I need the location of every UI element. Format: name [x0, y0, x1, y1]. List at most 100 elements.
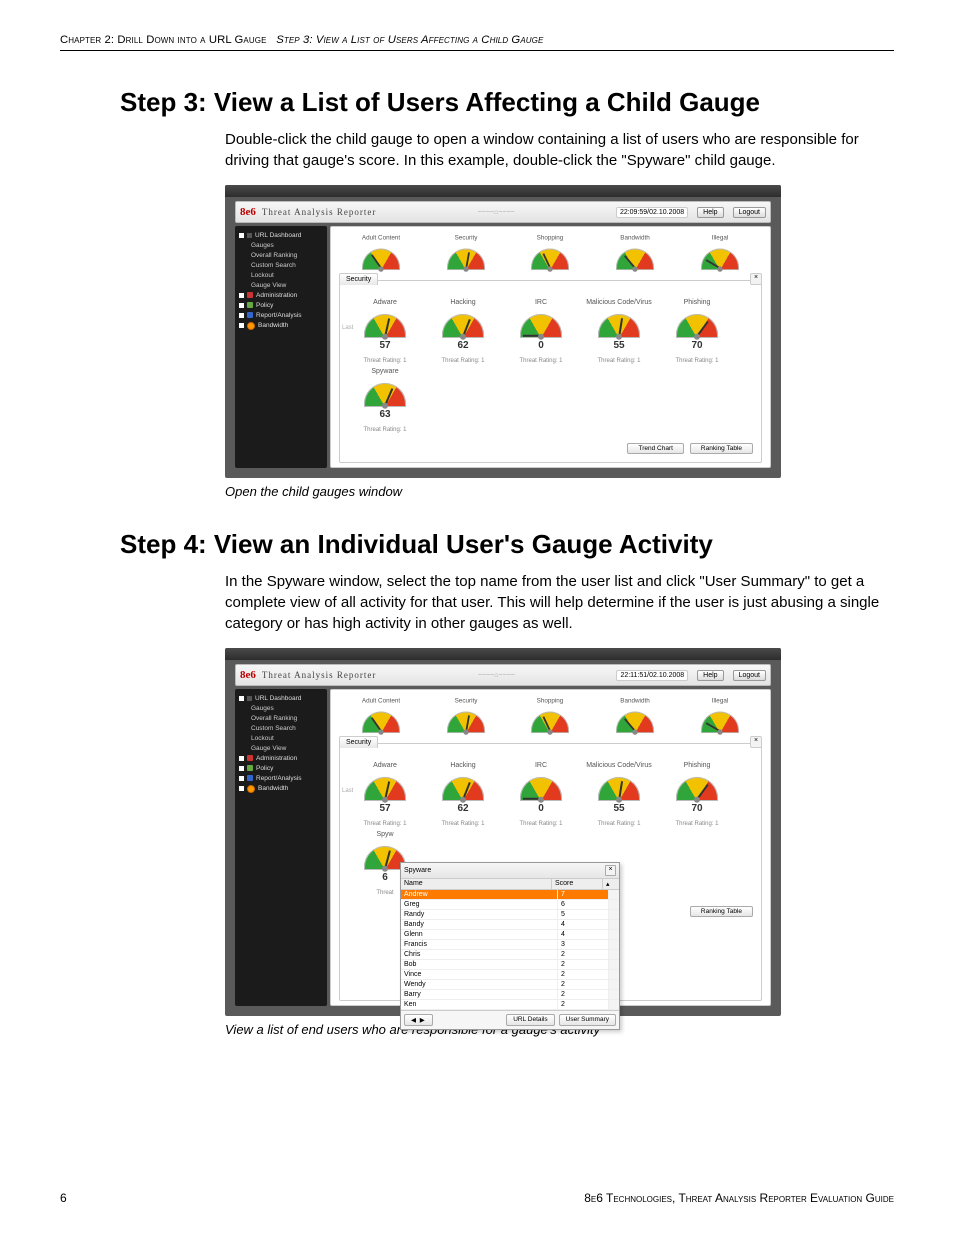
child-gauge[interactable]: Adware57Threat Rating: 1	[348, 299, 422, 364]
sidebar-item-policy[interactable]: Policy	[235, 763, 327, 773]
app-window: 8e6 Threat Analysis Reporter ~~~~⌂~~~~ 2…	[225, 648, 781, 1016]
window-titlebar	[225, 648, 781, 660]
scrollbar[interactable]	[608, 1000, 619, 1009]
sidebar-item[interactable]: Overall Ranking	[235, 713, 327, 723]
sidebar-item[interactable]: Gauge View	[235, 280, 327, 290]
col-score[interactable]: Score	[552, 879, 602, 889]
table-row[interactable]: Chris2	[401, 950, 619, 960]
close-icon[interactable]: ×	[750, 736, 762, 748]
child-gauge[interactable]: Malicious Code/Virus55Threat Rating: 1	[582, 762, 656, 827]
scrollbar[interactable]	[608, 940, 619, 949]
scrollbar[interactable]	[608, 970, 619, 979]
scrollbar[interactable]	[608, 990, 619, 999]
sidebar-item[interactable]: Gauges	[235, 240, 327, 250]
figure1-caption: Open the child gauges window	[60, 484, 894, 499]
ranking-table-button[interactable]: Ranking Table	[690, 443, 753, 454]
window-titlebar	[225, 185, 781, 197]
gauge[interactable]: Adult Content	[348, 235, 415, 272]
popup-header: Spyware ×	[401, 863, 619, 879]
sidebar-item[interactable]: Lockout	[235, 733, 327, 743]
child-gauge[interactable]: Phishing70Threat Rating: 1	[660, 762, 734, 827]
child-gauge[interactable]: Adware57Threat Rating: 1	[348, 762, 422, 827]
sidebar-item[interactable]: Custom Search	[235, 723, 327, 733]
table-row[interactable]: Randy5	[401, 910, 619, 920]
main-panel: Adult Content Security Shopping Bandwidt…	[330, 226, 771, 468]
user-summary-button[interactable]: User Summary	[559, 1014, 616, 1026]
table-row[interactable]: Greg6	[401, 900, 619, 910]
gauge[interactable]: Shopping	[517, 235, 584, 272]
table-row[interactable]: Francis3	[401, 940, 619, 950]
sidebar-item[interactable]: Custom Search	[235, 260, 327, 270]
sidebar-item-admin[interactable]: Administration	[235, 753, 327, 763]
help-button[interactable]: Help	[697, 670, 723, 681]
sidebar-item[interactable]: Overall Ranking	[235, 250, 327, 260]
gauge[interactable]: Bandwidth	[602, 698, 669, 735]
gauge[interactable]: Shopping	[517, 698, 584, 735]
gauge[interactable]: Adult Content	[348, 698, 415, 735]
sidebar-item-bandwidth[interactable]: Bandwidth	[235, 783, 327, 794]
app-window: 8e6 Threat Analysis Reporter ~~~~⌂~~~~ 2…	[225, 185, 781, 478]
timestamp: 22:09:59/02.10.2008	[616, 207, 688, 218]
sidebar-item-report[interactable]: Report/Analysis	[235, 310, 327, 320]
chapter-label: Chapter 2: Drill Down into a URL Gauge	[60, 34, 267, 46]
table-row[interactable]: Ken2	[401, 1000, 619, 1010]
scrollbar[interactable]	[608, 890, 619, 899]
app-header: 8e6 Threat Analysis Reporter ~~~~⌂~~~~ 2…	[235, 664, 771, 686]
child-gauge[interactable]: Spyware63Threat Rating: 1	[348, 368, 422, 433]
table-row[interactable]: Bandy4	[401, 920, 619, 930]
sidebar-item-dashboard[interactable]: URL Dashboard	[235, 693, 327, 703]
scrollbar[interactable]	[608, 950, 619, 959]
gauge[interactable]: Bandwidth	[602, 235, 669, 272]
scrollbar[interactable]	[608, 980, 619, 989]
table-row[interactable]: Andrew7	[401, 890, 619, 900]
sidebar-item-dashboard[interactable]: URL Dashboard	[235, 230, 327, 240]
gauge[interactable]: Security	[433, 235, 500, 272]
child-gauge[interactable]: IRC0Threat Rating: 1	[504, 762, 578, 827]
logout-button[interactable]: Logout	[733, 207, 766, 218]
trend-chart-button[interactable]: Trend Chart	[627, 443, 683, 454]
gauge[interactable]: Illegal	[686, 235, 753, 272]
sidebar-item-report[interactable]: Report/Analysis	[235, 773, 327, 783]
url-details-button[interactable]: URL Details	[506, 1014, 554, 1026]
sidebar-item-bandwidth[interactable]: Bandwidth	[235, 320, 327, 331]
child-gauge[interactable]: Malicious Code/Virus55Threat Rating: 1	[582, 299, 656, 364]
child-gauge[interactable]: Hacking62Threat Rating: 1	[426, 299, 500, 364]
figure-1: 8e6 Threat Analysis Reporter ~~~~⌂~~~~ 2…	[60, 185, 894, 478]
top-gauge-row: Adult Content Security Shopping Bandwidt…	[339, 696, 762, 737]
scroll-up-icon[interactable]: ▴	[602, 879, 619, 889]
user-table: Andrew7Greg6Randy5Bandy4Glenn4Francis3Ch…	[401, 890, 619, 1010]
col-name[interactable]: Name	[401, 879, 552, 889]
gauge[interactable]: Security	[433, 698, 500, 735]
scrollbar[interactable]	[608, 960, 619, 969]
close-icon[interactable]: ×	[605, 865, 616, 876]
popup-footer: ◀ ▶ URL Details User Summary	[401, 1010, 619, 1029]
close-icon[interactable]: ×	[750, 273, 762, 285]
child-gauge[interactable]: Hacking62Threat Rating: 1	[426, 762, 500, 827]
sidebar-item[interactable]: Gauge View	[235, 743, 327, 753]
child-gauge[interactable]: IRC0Threat Rating: 1	[504, 299, 578, 364]
sidebar-item-admin[interactable]: Administration	[235, 290, 327, 300]
sidebar-item-policy[interactable]: Policy	[235, 300, 327, 310]
gauge[interactable]: Illegal	[686, 698, 753, 735]
scrollbar[interactable]	[608, 900, 619, 909]
table-header: Name Score ▴	[401, 879, 619, 890]
top-gauge-row: Adult Content Security Shopping Bandwidt…	[339, 233, 762, 274]
table-row[interactable]: Barry2	[401, 990, 619, 1000]
table-row[interactable]: Bob2	[401, 960, 619, 970]
last-label: Last	[342, 325, 353, 331]
logout-button[interactable]: Logout	[733, 670, 766, 681]
table-row[interactable]: Glenn4	[401, 930, 619, 940]
ranking-table-button[interactable]: Ranking Table	[690, 906, 753, 917]
sidebar-item[interactable]: Lockout	[235, 270, 327, 280]
table-row[interactable]: Vince2	[401, 970, 619, 980]
step4-heading: Step 4: View an Individual User's Gauge …	[60, 529, 894, 560]
scrollbar[interactable]	[608, 930, 619, 939]
table-row[interactable]: Wendy2	[401, 980, 619, 990]
sidebar-item[interactable]: Gauges	[235, 703, 327, 713]
scrollbar[interactable]	[608, 910, 619, 919]
child-gauge[interactable]: Phishing70Threat Rating: 1	[660, 299, 734, 364]
pager[interactable]: ◀ ▶	[404, 1014, 433, 1026]
help-button[interactable]: Help	[697, 207, 723, 218]
last-label: Last	[342, 788, 353, 794]
scrollbar[interactable]	[608, 920, 619, 929]
